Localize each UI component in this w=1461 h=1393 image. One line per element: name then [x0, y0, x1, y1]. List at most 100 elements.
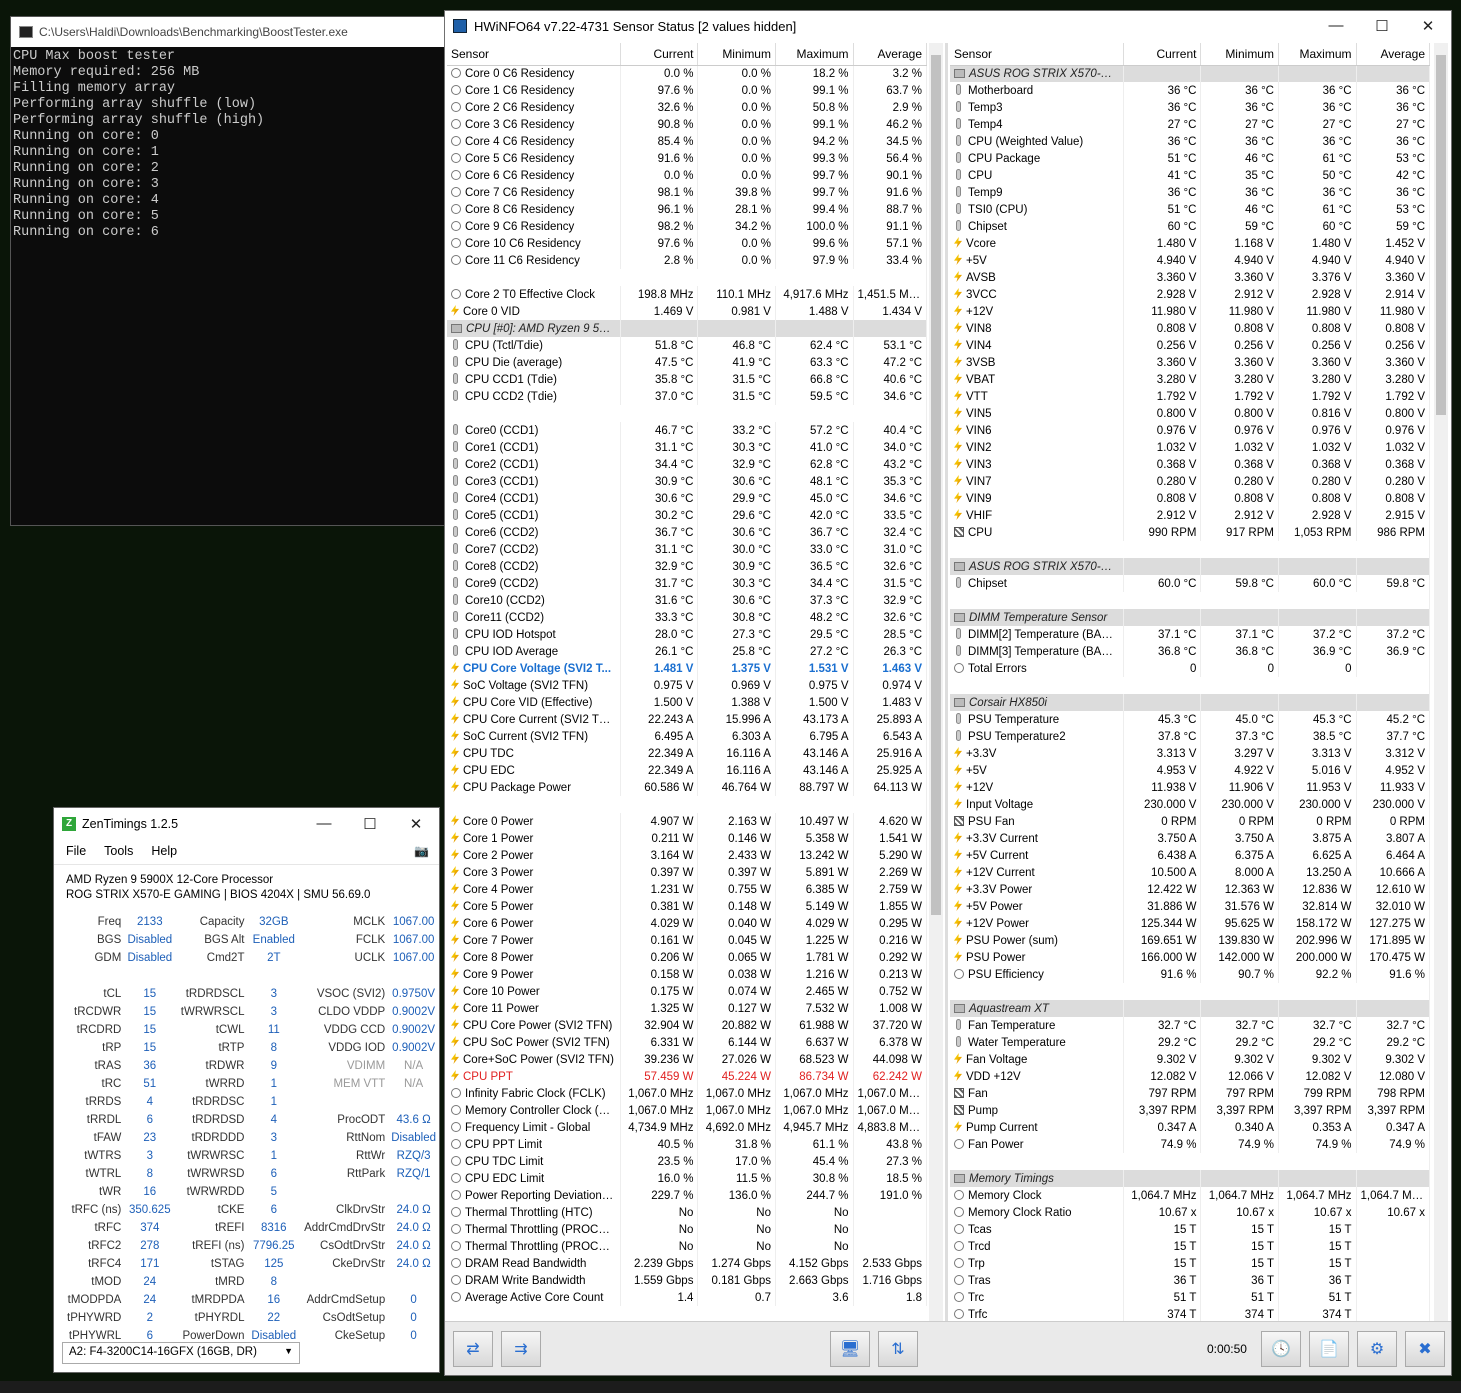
sensor-row[interactable]: +12V 11.938 V 11.906 V 11.953 V 11.933 V — [950, 779, 1430, 796]
scrollbar-thumb[interactable] — [931, 55, 941, 915]
column-header[interactable]: Current — [1123, 43, 1202, 66]
sensor-row[interactable]: Core4 (CCD1) 30.6 °C 29.9 °C 45.0 °C 34.6 °C — [447, 490, 927, 507]
sensor-row[interactable]: VIN5 0.800 V 0.800 V 0.816 V 0.800 V — [950, 405, 1430, 422]
sensor-row[interactable]: +3.3V 3.313 V 3.297 V 3.313 V 3.312 V — [950, 745, 1430, 762]
sensor-group-header[interactable]: DIMM Temperature Sensor — [950, 609, 1430, 626]
sensor-row[interactable]: VDD +12V 12.082 V 12.066 V 12.082 V 12.080 V — [950, 1068, 1430, 1085]
collapse-icon[interactable]: ⇉ — [501, 1330, 541, 1367]
sensor-row[interactable] — [950, 592, 1430, 609]
sensor-row[interactable]: VIN3 0.368 V 0.368 V 0.368 V 0.368 V — [950, 456, 1430, 473]
sensor-row[interactable]: Core 4 C6 Residency 85.4 % 0.0 % 94.2 % 34.5… — [447, 133, 927, 150]
sensor-row[interactable]: CPU Core Power (SVI2 TFN) 32.904 W 20.882 … — [447, 1017, 927, 1034]
column-header[interactable]: Minimum — [697, 43, 776, 66]
sensor-row[interactable]: TSI0 (CPU) 51 °C 46 °C 61 °C 53 °C — [950, 201, 1430, 218]
column-header[interactable]: Maximum — [775, 43, 854, 66]
sensor-row[interactable]: VIN4 0.256 V 0.256 V 0.256 V 0.256 V — [950, 337, 1430, 354]
sensor-row[interactable]: Core 1 C6 Residency 97.6 % 0.0 % 99.1 % 63.7… — [447, 82, 927, 99]
sensor-row[interactable]: SoC Voltage (SVI2 TFN) 0.975 V 0.969 V 0.97… — [447, 677, 927, 694]
sensor-row[interactable]: Core 4 Power 1.231 W 0.755 W 6.385 W 2.759 W — [447, 881, 927, 898]
sensor-row[interactable]: Core9 (CCD2) 31.7 °C 30.3 °C 34.4 °C 31.5 °C — [447, 575, 927, 592]
sensor-row[interactable]: Input Voltage 230.000 V 230.000 V 230.000 V… — [950, 796, 1430, 813]
sensor-row[interactable]: Core 0 Power 4.907 W 2.163 W 10.497 W 4.620 … — [447, 813, 927, 830]
sensor-row[interactable]: Core 2 Power 3.164 W 2.433 W 13.242 W 5.290 … — [447, 847, 927, 864]
sensor-row[interactable]: +5V 4.953 V 4.922 V 5.016 V 4.952 V — [950, 762, 1430, 779]
logging-icon[interactable]: 📄 — [1308, 1330, 1349, 1367]
sensor-row[interactable]: Core 7 C6 Residency 98.1 % 39.8 % 99.7 % 91.… — [447, 184, 927, 201]
sensor-row[interactable]: Core1 (CCD1) 31.1 °C 30.3 °C 41.0 °C 34.0 °C — [447, 439, 927, 456]
hwinfo-title-bar[interactable]: HWiNFO64 v7.22-4731 Sensor Status [2 val… — [445, 11, 1451, 41]
sensor-row[interactable]: CPU (Tctl/Tdie) 51.8 °C 46.8 °C 62.4 °C 53.1… — [447, 337, 927, 354]
sensor-row[interactable]: CPU CCD2 (Tdie) 37.0 °C 31.5 °C 59.5 °C 34.6… — [447, 388, 927, 405]
sensor-row[interactable]: 3VCC 2.928 V 2.912 V 2.928 V 2.914 V — [950, 286, 1430, 303]
sensor-row[interactable]: Water Temperature 29.2 °C 29.2 °C 29.2 °C 29… — [950, 1034, 1430, 1051]
sensor-row[interactable]: Power Reporting Deviation (... 229.7 % 136… — [447, 1187, 927, 1204]
sensor-row[interactable]: Tcas 15 T 15 T 15 T — [950, 1221, 1430, 1238]
sensor-row[interactable]: Fan Temperature 32.7 °C 32.7 °C 32.7 °C 32.7… — [950, 1017, 1430, 1034]
column-header[interactable]: Sensor — [447, 43, 621, 66]
sensor-row[interactable]: VIN6 0.976 V 0.976 V 0.976 V 0.976 V — [950, 422, 1430, 439]
sensor-row[interactable]: DRAM Write Bandwidth 1.559 Gbps 0.181 Gbps… — [447, 1272, 927, 1289]
sensor-row[interactable]: Core 6 C6 Residency 0.0 % 0.0 % 99.7 % 90.1 … — [447, 167, 927, 184]
switch-layout-icon[interactable]: ⇅ — [877, 1330, 918, 1367]
sensor-group-header[interactable]: Aquastream XT — [950, 1000, 1430, 1017]
sensor-row[interactable]: Trcd 15 T 15 T 15 T — [950, 1238, 1430, 1255]
sensor-row[interactable]: Fan Voltage 9.302 V 9.302 V 9.302 V 9.302 V — [950, 1051, 1430, 1068]
sensor-row[interactable]: Fan 797 RPM 797 RPM 799 RPM 798 RPM — [950, 1085, 1430, 1102]
sensor-row[interactable]: Core 10 C6 Residency 97.6 % 0.0 % 99.6 % 57.… — [447, 235, 927, 252]
sensor-row[interactable]: +3.3V Current 3.750 A 3.750 A 3.875 A 3.807 … — [950, 830, 1430, 847]
sensor-row[interactable]: Core 2 T0 Effective Clock 198.8 MHz 110.1 … — [447, 286, 927, 303]
sensor-row[interactable]: Core11 (CCD2) 33.3 °C 30.8 °C 48.2 °C 32.6 °… — [447, 609, 927, 626]
sensor-row[interactable]: Core 2 C6 Residency 32.6 % 0.0 % 50.8 % 2.9 … — [447, 99, 927, 116]
column-header[interactable]: Average — [853, 43, 927, 66]
sensor-row[interactable]: DIMM[2] Temperature (BANK... 37.1 °C 37.1 … — [950, 626, 1430, 643]
sensor-row[interactable]: VIN9 0.808 V 0.808 V 0.808 V 0.808 V — [950, 490, 1430, 507]
sensor-row[interactable]: CPU Package 51 °C 46 °C 61 °C 53 °C — [950, 150, 1430, 167]
sensor-row[interactable]: Memory Clock 1,064.7 MHz 1,064.7 MHz 1,064.… — [950, 1187, 1430, 1204]
sensor-row[interactable]: +5V 4.940 V 4.940 V 4.940 V 4.940 V — [950, 252, 1430, 269]
close-icon[interactable]: ✕ — [393, 815, 439, 833]
sensor-row[interactable]: CPU EDC 22.349 A 16.116 A 43.146 A 25.925 A — [447, 762, 927, 779]
sensor-row[interactable]: VHIF 2.912 V 2.912 V 2.928 V 2.915 V — [950, 507, 1430, 524]
console-title-bar[interactable]: C:\Users\Haldi\Downloads\Benchmarking\Bo… — [11, 17, 445, 47]
sensor-row[interactable]: Temp4 27 °C 27 °C 27 °C 27 °C — [950, 116, 1430, 133]
sensor-row[interactable]: Core6 (CCD2) 36.7 °C 30.6 °C 36.7 °C 32.4 °C — [447, 524, 927, 541]
sensor-row[interactable]: Thermal Throttling (PROCHO... No No No — [447, 1238, 927, 1255]
sensor-row[interactable]: VBAT 3.280 V 3.280 V 3.280 V 3.280 V — [950, 371, 1430, 388]
sensor-row[interactable] — [447, 405, 927, 422]
sensor-row[interactable]: Core7 (CCD2) 31.1 °C 30.0 °C 33.0 °C 31.0 °C — [447, 541, 927, 558]
sensor-row[interactable]: VIN7 0.280 V 0.280 V 0.280 V 0.280 V — [950, 473, 1430, 490]
sensor-row[interactable]: 3VSB 3.360 V 3.360 V 3.360 V 3.360 V — [950, 354, 1430, 371]
sensor-row[interactable]: Motherboard 36 °C 36 °C 36 °C 36 °C — [950, 82, 1430, 99]
sensor-row[interactable]: Tras 36 T 36 T 36 T — [950, 1272, 1430, 1289]
sensor-row[interactable]: Core 11 C6 Residency 2.8 % 0.0 % 97.9 % 33.4… — [447, 252, 927, 269]
sensor-row[interactable]: +12V Power 125.344 W 95.625 W 158.172 W 127.… — [950, 915, 1430, 932]
sensor-row[interactable]: Fan Power 74.9 % 74.9 % 74.9 % 74.9 % — [950, 1136, 1430, 1153]
sensor-row[interactable]: Thermal Throttling (PROCHO... No No No — [447, 1221, 927, 1238]
sensor-row[interactable]: Core 9 C6 Residency 98.2 % 34.2 % 100.0 % 91… — [447, 218, 927, 235]
sensor-row[interactable]: DIMM[3] Temperature (BANK... 36.8 °C 36.8 … — [950, 643, 1430, 660]
sensor-row[interactable] — [950, 677, 1430, 694]
sensor-pane-right[interactable]: Sensor Current Minimum Maximum Average ASUS R… — [950, 43, 1430, 1321]
sensor-row[interactable] — [950, 541, 1430, 558]
sensor-row[interactable]: Trc 51 T 51 T 51 T — [950, 1289, 1430, 1306]
sensor-group-header[interactable]: CPU [#0]: AMD Ryzen 9 590... — [447, 320, 927, 337]
sensor-row[interactable]: CPU IOD Hotspot 28.0 °C 27.3 °C 29.5 °C 28.5… — [447, 626, 927, 643]
minimize-icon[interactable]: — — [301, 815, 347, 833]
sensor-row[interactable]: CPU Package Power 60.586 W 46.764 W 88.797 … — [447, 779, 927, 796]
sensor-row[interactable]: +12V 11.980 V 11.980 V 11.980 V 11.980 V — [950, 303, 1430, 320]
sensor-row[interactable]: Core5 (CCD1) 30.2 °C 29.6 °C 42.0 °C 33.5 °C — [447, 507, 927, 524]
sensor-row[interactable]: Core 5 Power 0.381 W 0.148 W 5.149 W 1.855 W — [447, 898, 927, 915]
sensor-row[interactable]: Core 7 Power 0.161 W 0.045 W 1.225 W 0.216 W — [447, 932, 927, 949]
sensor-row[interactable]: CPU PPT Limit 40.5 % 31.8 % 61.1 % 43.8 % — [447, 1136, 927, 1153]
column-header[interactable]: Average — [1356, 43, 1430, 66]
sensor-row[interactable]: Core 10 Power 0.175 W 0.074 W 2.465 W 0.752 … — [447, 983, 927, 1000]
sensor-row[interactable]: CPU Core Current (SVI2 TFN) 22.243 A 15.99… — [447, 711, 927, 728]
sensor-row[interactable]: Core 8 Power 0.206 W 0.065 W 1.781 W 0.292 W — [447, 949, 927, 966]
column-header[interactable]: Current — [620, 43, 699, 66]
settings-gear-icon[interactable]: ⚙ — [1356, 1330, 1397, 1367]
sensor-row[interactable]: Chipset 60 °C 59 °C 60 °C 59 °C — [950, 218, 1430, 235]
sensor-group-header[interactable]: ASUS ROG STRIX X570-E GA... — [950, 558, 1430, 575]
sensor-row[interactable]: Trfc 374 T 374 T 374 T — [950, 1306, 1430, 1321]
sensor-row[interactable]: DRAM Read Bandwidth 2.239 Gbps 1.274 Gbps 4… — [447, 1255, 927, 1272]
sensor-row[interactable]: CPU (Weighted Value) 36 °C 36 °C 36 °C 36 °C — [950, 133, 1430, 150]
